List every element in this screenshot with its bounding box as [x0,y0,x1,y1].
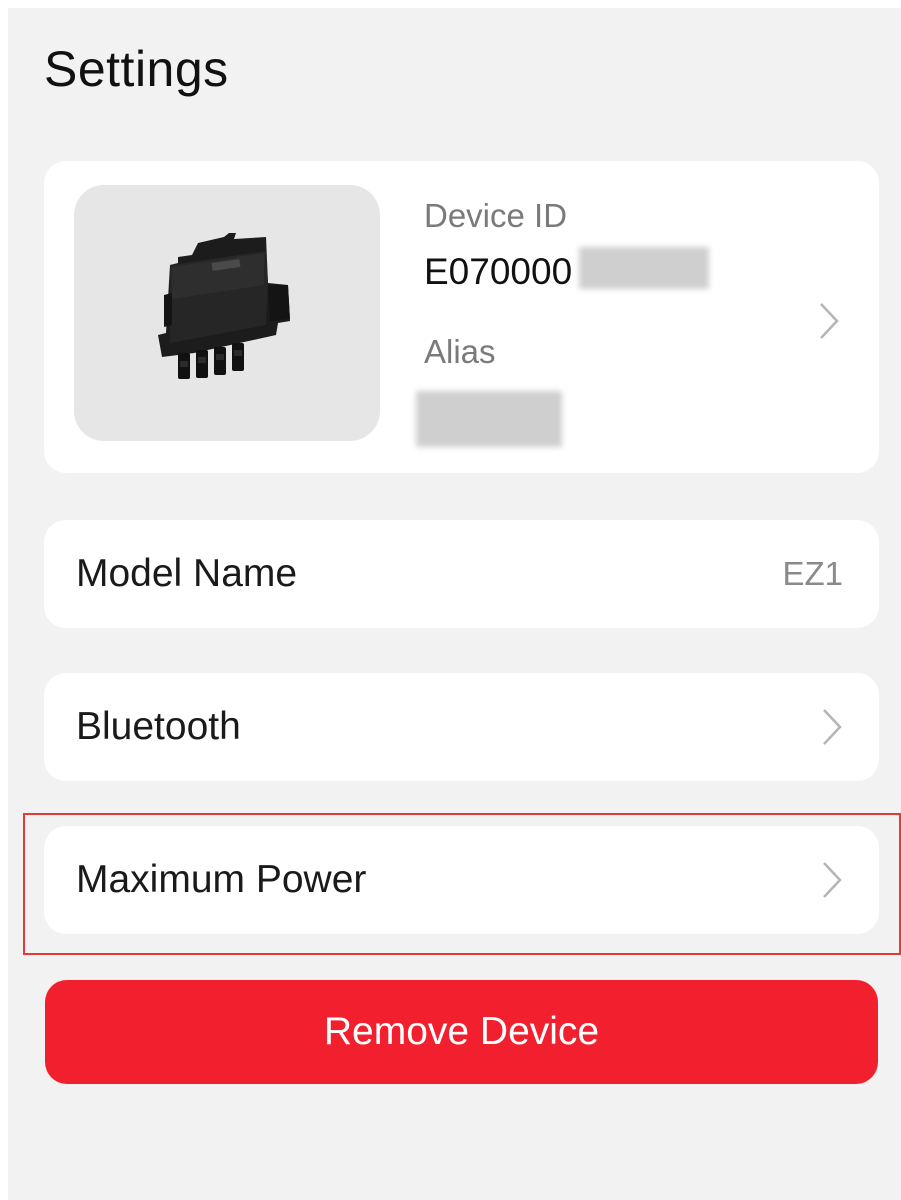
device-image [74,185,380,441]
device-id-value: E070000 [424,251,573,292]
redacted-alias-mask [416,391,562,447]
remove-device-button[interactable]: Remove Device [45,980,878,1084]
page-title: Settings [44,41,229,97]
model-name-label: Model Name [76,552,298,595]
chevron-right-icon [823,709,842,745]
redacted-id-mask [579,247,709,289]
device-id-label: Device ID [424,197,568,234]
bluetooth-row[interactable]: Bluetooth [44,673,879,781]
chevron-right-icon [820,303,839,339]
microinverter-icon [158,233,290,379]
bluetooth-label: Bluetooth [76,705,241,748]
model-name-row: Model Name EZ1 [44,520,879,628]
model-name-value: EZ1 [782,555,843,592]
highlight-box [23,813,901,955]
device-card[interactable]: Device ID E070000 Alias [44,161,879,473]
alias-label: Alias [424,333,496,370]
